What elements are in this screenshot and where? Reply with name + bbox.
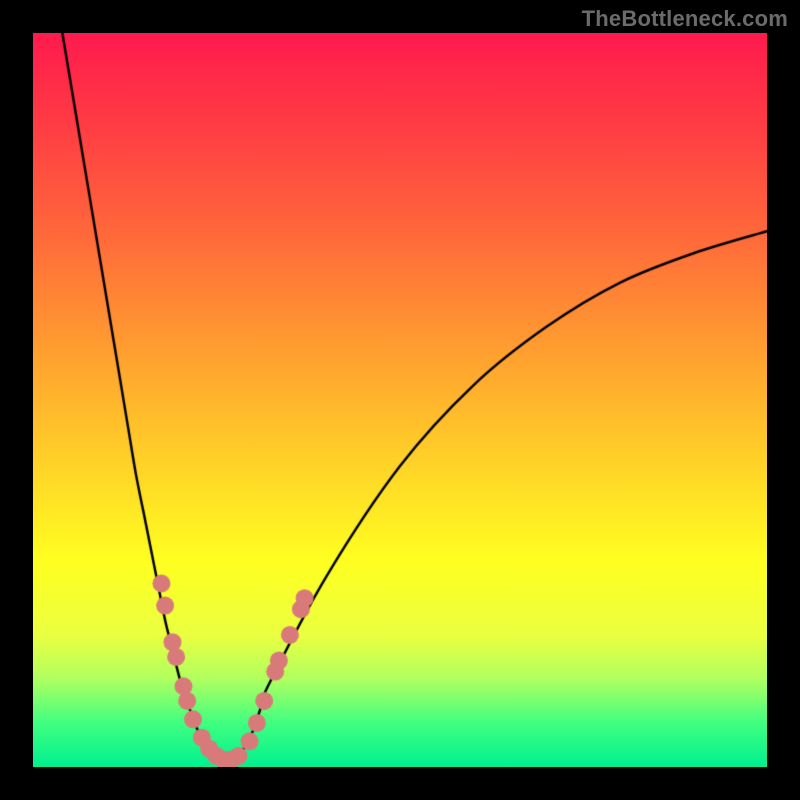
chart-wrapper: TheBottleneck.com xyxy=(0,0,800,800)
attribution-label: TheBottleneck.com xyxy=(582,6,788,32)
plot-area xyxy=(33,33,767,767)
curve-canvas xyxy=(33,33,767,767)
